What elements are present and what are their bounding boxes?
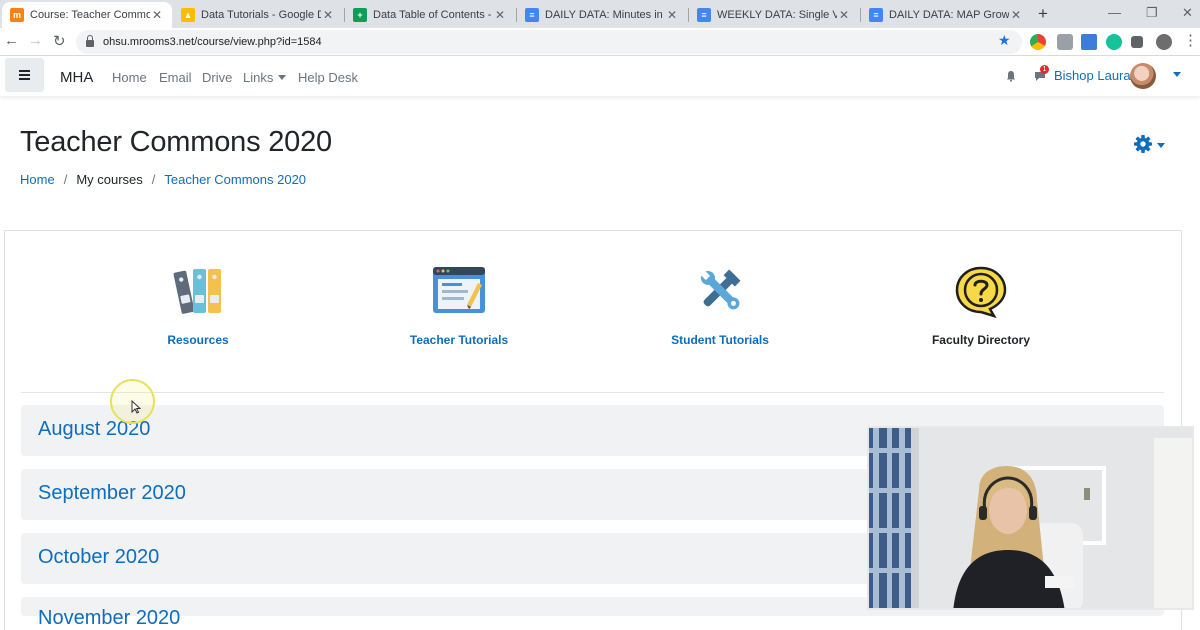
breadcrumb-separator: / [151, 172, 156, 187]
browser-tab[interactable]: ≡ WEEKLY DATA: Single View Google Docs ✕ [689, 2, 859, 28]
browser-menu-icon[interactable]: ⋮ [1183, 31, 1198, 49]
breadcrumb-separator: / [63, 172, 68, 187]
tab-title: Course: Teacher Commons 2020 [30, 9, 150, 21]
close-icon[interactable]: ✕ [1009, 8, 1023, 22]
browser-tab[interactable]: ≡ DAILY DATA: Minutes in Class ✕ [517, 2, 687, 28]
breadcrumb-home[interactable]: Home [20, 172, 55, 187]
browser-tab[interactable]: m Course: Teacher Commons 2020 ✕ [2, 2, 172, 28]
close-icon[interactable]: ✕ [493, 8, 507, 22]
site-brand[interactable]: MHA [60, 69, 93, 86]
bookmark-star-icon[interactable]: ★ [998, 32, 1011, 49]
nav-link-email[interactable]: Email [159, 70, 192, 85]
tile-label: Student Tutorials [671, 333, 769, 347]
tab-title: DAILY DATA: Minutes in Class [545, 9, 665, 21]
grammarly-icon[interactable] [1106, 34, 1122, 50]
section-title: November 2020 [38, 607, 181, 629]
extension-icon[interactable] [1057, 34, 1073, 50]
breadcrumb-my-courses[interactable]: My courses [76, 172, 142, 187]
gear-icon[interactable] [1134, 135, 1152, 153]
new-tab-button[interactable]: + [1038, 4, 1048, 24]
breadcrumb-current-course[interactable]: Teacher Commons 2020 [164, 172, 306, 187]
google-docs-icon: ≡ [697, 8, 711, 22]
extension-icon[interactable] [1081, 34, 1097, 50]
question-bubble-icon [955, 266, 1007, 319]
minimize-icon[interactable]: — [1108, 5, 1121, 20]
mouse-pointer-icon [131, 400, 141, 414]
google-sheets-icon: + [353, 8, 367, 22]
tools-icon [700, 269, 741, 310]
nav-link-links[interactable]: Links [243, 70, 287, 85]
close-icon[interactable]: ✕ [665, 8, 679, 22]
tab-title: WEEKLY DATA: Single View Google Docs [717, 9, 837, 21]
binders-icon [173, 269, 221, 314]
close-icon[interactable]: ✕ [837, 8, 851, 22]
tile-teacher-tutorials[interactable]: Teacher Tutorials [379, 265, 539, 347]
tile-label: Faculty Directory [931, 333, 1031, 347]
nav-link-home[interactable]: Home [112, 70, 147, 85]
nav-link-links-label: Links [243, 70, 274, 85]
browser-tab[interactable]: ▲ Data Tutorials - Google Drive ✕ [173, 2, 343, 28]
tab-title: Data Table of Contents - Google Sheets [373, 9, 493, 21]
google-docs-icon: ≡ [869, 8, 883, 22]
close-window-icon[interactable]: ✕ [1182, 5, 1193, 21]
webcam-overlay [867, 426, 1194, 610]
tile-label: Resources [167, 333, 229, 347]
tile-student-tutorials[interactable]: Student Tutorials [640, 265, 800, 347]
nav-link-drive[interactable]: Drive [202, 70, 232, 85]
breadcrumb: Home / My courses / Teacher Commons 2020 [20, 172, 306, 187]
tab-title: Data Tutorials - Google Drive [201, 9, 321, 21]
back-icon[interactable]: ← [4, 32, 19, 49]
section-title: October 2020 [38, 546, 160, 568]
url-text: ohsu.mrooms3.net/course/view.php?id=1584 [103, 36, 322, 48]
profile-avatar-icon[interactable] [1156, 34, 1172, 50]
section-title: September 2020 [38, 482, 186, 504]
address-bar[interactable]: ohsu.mrooms3.net/course/view.php?id=1584 [76, 30, 1022, 54]
nav-link-help-desk[interactable]: Help Desk [298, 70, 358, 85]
tile-resources[interactable]: Resources [118, 265, 278, 347]
user-name[interactable]: Bishop Laura [1054, 68, 1131, 83]
extension-icon[interactable] [1030, 34, 1046, 50]
browser-tab-strip: m Course: Teacher Commons 2020 ✕ ▲ Data … [0, 0, 1200, 28]
tile-faculty-directory[interactable]: Faculty Directory [901, 265, 1061, 347]
lock-icon [86, 34, 94, 47]
tile-label: Teacher Tutorials [409, 333, 509, 347]
close-icon[interactable]: ✕ [150, 8, 164, 22]
section-divider [21, 392, 1164, 393]
browser-toolbar: ← → ↻ ohsu.mrooms3.net/course/view.php?i… [0, 28, 1200, 56]
maximize-icon[interactable]: ❐ [1146, 5, 1158, 21]
browser-window-icon [433, 267, 485, 313]
chevron-down-icon[interactable] [1173, 72, 1181, 77]
page-title: Teacher Commons 2020 [20, 126, 332, 158]
close-icon[interactable]: ✕ [321, 8, 335, 22]
notification-badge: 1 [1040, 65, 1049, 74]
chevron-down-icon [278, 75, 287, 80]
browser-tab[interactable]: + Data Table of Contents - Google Sheets… [345, 2, 515, 28]
moodle-favicon-icon: m [10, 8, 24, 22]
extensions-puzzle-icon[interactable] [1131, 36, 1143, 48]
browser-tab[interactable]: ≡ DAILY DATA: MAP Growth Report ✕ [861, 2, 1031, 28]
hamburger-menu-icon[interactable] [5, 58, 44, 92]
reload-icon[interactable]: ↻ [53, 32, 66, 50]
google-drive-icon: ▲ [181, 8, 195, 22]
webcam-presenter-image [869, 428, 1192, 608]
chevron-down-icon[interactable] [1157, 143, 1165, 148]
forward-icon[interactable]: → [28, 32, 43, 49]
site-navbar: MHA Home Email Drive Links Help Desk [0, 56, 1200, 96]
tab-title: DAILY DATA: MAP Growth Report [889, 9, 1009, 21]
avatar[interactable] [1130, 63, 1156, 89]
bell-icon[interactable] [1005, 70, 1017, 82]
google-docs-icon: ≡ [525, 8, 539, 22]
